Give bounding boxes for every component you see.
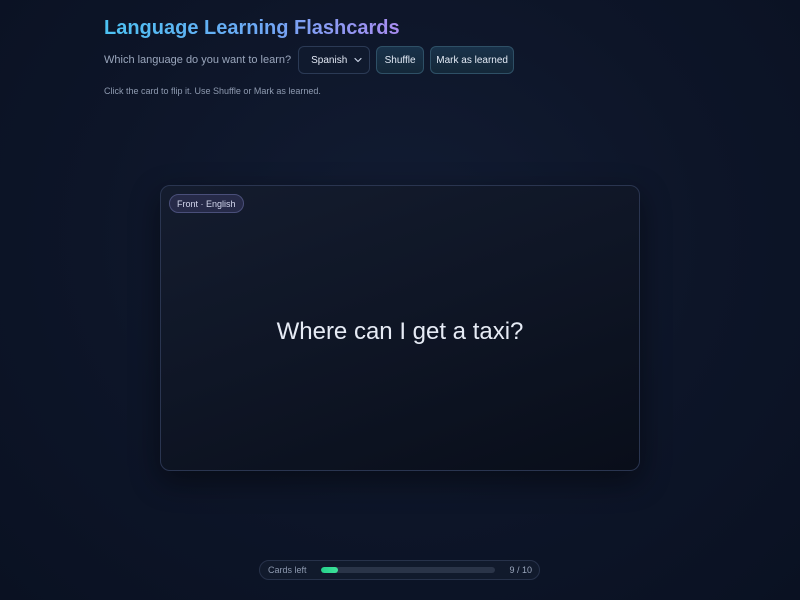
- flashcard[interactable]: Front · English Where can I get a taxi?: [160, 185, 640, 471]
- progress-count: 9 / 10: [509, 565, 532, 575]
- language-select-value: Spanish: [311, 54, 348, 66]
- shuffle-button[interactable]: Shuffle: [376, 46, 425, 74]
- flashcards-app: Language Learning Flashcards Which langu…: [0, 0, 800, 600]
- language-select[interactable]: Spanish: [298, 46, 371, 74]
- chevron-down-icon: [354, 57, 362, 63]
- progress-label: Cards left: [268, 565, 307, 575]
- instructions-text: Click the card to flip it. Use Shuffle o…: [104, 86, 321, 96]
- card-phrase: Where can I get a taxi?: [276, 318, 524, 345]
- card-side-badge: Front · English: [169, 194, 244, 213]
- mark-as-learned-button[interactable]: Mark as learned: [430, 46, 515, 74]
- progress-fill: [321, 567, 339, 573]
- controls-bar: Which language do you want to learn? Spa…: [104, 46, 515, 74]
- page-title: Language Learning Flashcards: [104, 17, 400, 39]
- progress-pill: Cards left 9 / 10: [259, 560, 540, 580]
- progress-track: [321, 567, 495, 573]
- language-label: Which language do you want to learn?: [104, 54, 292, 66]
